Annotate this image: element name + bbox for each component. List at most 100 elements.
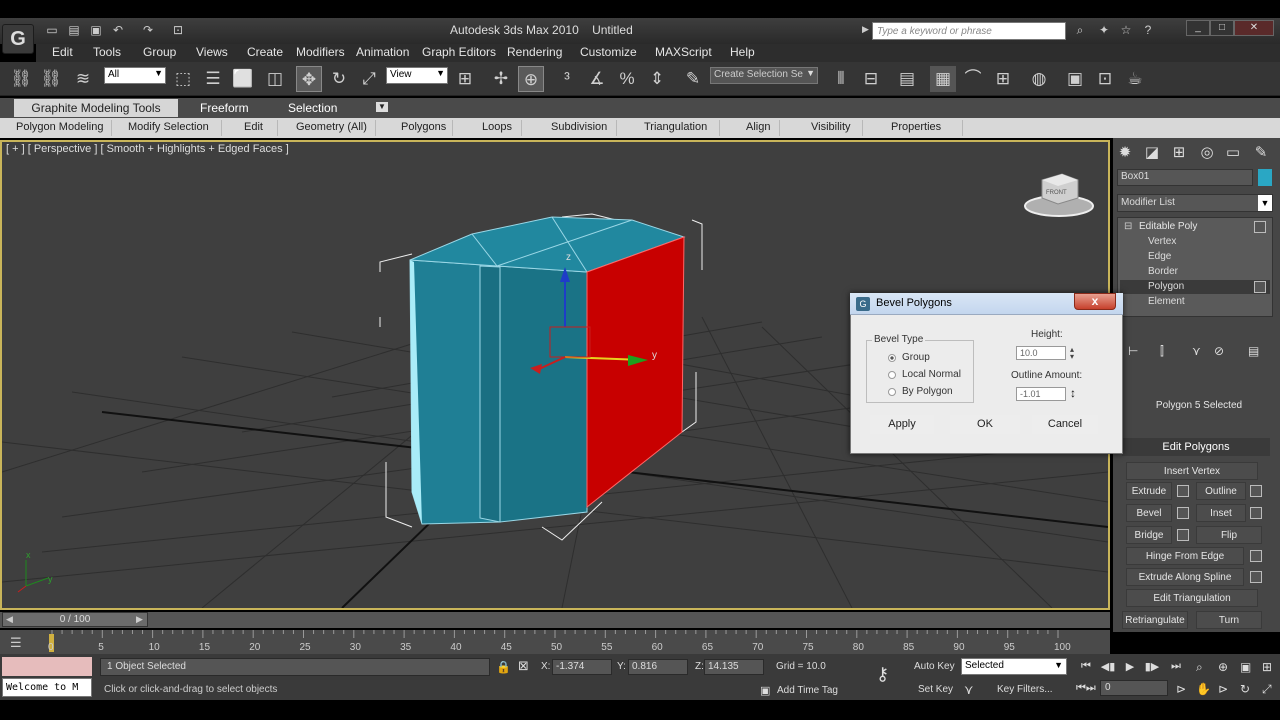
bridge-settings-icon[interactable] — [1177, 529, 1189, 541]
stack-light-bulb-icon[interactable] — [1254, 221, 1266, 233]
panel-geometry-all[interactable]: Geometry (All) — [290, 120, 376, 136]
y-coordinate-field[interactable]: 0.816 — [628, 659, 688, 675]
rollout-edit-polygons[interactable]: Edit Polygons — [1122, 438, 1270, 456]
z-coordinate-field[interactable]: 14.135 — [704, 659, 764, 675]
select-and-scale-icon[interactable]: ⤢ — [356, 66, 382, 92]
named-selection-set-dropdown[interactable]: Create Selection Se ▼ — [710, 67, 818, 84]
rendered-frame-icon[interactable]: ⊡ — [1092, 66, 1118, 92]
select-and-link-icon[interactable]: ⛓ — [8, 66, 34, 92]
key-mode-toggle-icon[interactable]: ⏮⏭ — [1076, 682, 1096, 695]
modifier-list-dropdown[interactable]: Modifier List ▼ — [1117, 194, 1273, 212]
outline-amount-input[interactable]: -1.01 — [1016, 387, 1066, 401]
outline-settings-icon[interactable] — [1250, 485, 1262, 497]
minimize-button[interactable]: _ — [1186, 20, 1210, 36]
time-slider-next-icon[interactable]: ▶ — [136, 614, 143, 625]
display-tab-icon[interactable]: ▭ — [1222, 143, 1244, 163]
panel-align[interactable]: Align — [740, 120, 780, 136]
menu-modifiers[interactable]: Modifiers — [296, 45, 345, 59]
pin-stack-icon[interactable]: ⊢ — [1128, 344, 1138, 358]
bind-spacewarp-icon[interactable]: ≋ — [70, 66, 96, 92]
selection-filter-dropdown[interactable]: All ▼ — [104, 67, 166, 84]
next-frame-icon[interactable]: ▮▶ — [1142, 660, 1162, 674]
zoom-extents-all-icon[interactable]: ⊞ — [1262, 660, 1272, 674]
previous-frame-icon[interactable]: ◀▮ — [1098, 660, 1118, 674]
rectangular-selection-icon[interactable]: ⬜ — [230, 66, 256, 92]
outline-button[interactable]: Outline — [1196, 482, 1246, 500]
extrude-along-spline-button[interactable]: Extrude Along Spline — [1126, 568, 1244, 586]
radio-group[interactable] — [888, 354, 896, 362]
bevel-settings-icon[interactable] — [1177, 507, 1189, 519]
menu-rendering[interactable]: Rendering — [507, 45, 562, 59]
edit-named-selection-icon[interactable]: ✎ — [680, 66, 706, 92]
menu-edit[interactable]: Edit — [52, 45, 73, 59]
time-slider-prev-icon[interactable]: ◀ — [6, 614, 13, 625]
menu-help[interactable]: Help — [730, 45, 755, 59]
project-folder-icon[interactable]: ⊡ — [170, 22, 186, 38]
x-coordinate-field[interactable]: -1.374 — [552, 659, 612, 675]
select-object-icon[interactable]: ⬚ — [170, 66, 196, 92]
walk-through-icon[interactable]: ⊳ — [1218, 682, 1228, 696]
material-editor-icon[interactable]: ◍ — [1026, 66, 1052, 92]
menu-create[interactable]: Create — [247, 45, 283, 59]
key-filter-icon[interactable]: ⋎ — [964, 682, 974, 698]
current-frame-field[interactable]: 0 — [1100, 680, 1168, 696]
viewport-label[interactable]: [ + ] [ Perspective ] [ Smooth + Highlig… — [6, 143, 289, 155]
select-by-name-icon[interactable]: ☰ — [200, 66, 226, 92]
new-file-icon[interactable]: ▭ — [44, 22, 60, 38]
select-manipulate-icon[interactable]: ✢ — [488, 66, 514, 92]
menu-group[interactable]: Group — [143, 45, 176, 59]
bevel-button[interactable]: Bevel — [1126, 504, 1172, 522]
hierarchy-tab-icon[interactable]: ⊞ — [1168, 143, 1190, 163]
open-file-icon[interactable]: ▤ — [66, 22, 82, 38]
show-end-result-icon[interactable]: ⫿ — [1160, 344, 1164, 359]
configure-sets-icon[interactable]: ▤ — [1248, 344, 1259, 358]
graphite-toggle-icon[interactable]: ▦ — [930, 66, 956, 92]
ribbon-options-icon[interactable]: ▼ — [376, 102, 388, 112]
extrude-spline-settings-icon[interactable] — [1250, 571, 1262, 583]
menu-animation[interactable]: Animation — [356, 45, 409, 59]
extrude-button[interactable]: Extrude — [1126, 482, 1172, 500]
communication-icon[interactable]: ☆ — [1118, 22, 1134, 38]
align-icon[interactable]: ⊟ — [858, 66, 884, 92]
panel-visibility[interactable]: Visibility — [805, 120, 863, 136]
undo-icon[interactable]: ↶ — [110, 22, 126, 38]
curve-editor-icon[interactable]: ⌒ — [960, 66, 986, 92]
tab-selection[interactable]: Selection — [280, 99, 345, 117]
menu-views[interactable]: Views — [196, 45, 228, 59]
turn-button[interactable]: Turn — [1196, 611, 1262, 629]
utilities-tab-icon[interactable]: ✎ — [1250, 143, 1272, 163]
polygon-level-icon[interactable] — [1254, 281, 1266, 293]
orbit-icon[interactable]: ↻ — [1240, 682, 1250, 696]
zoom-extents-icon[interactable]: ▣ — [1240, 660, 1251, 674]
save-file-icon[interactable]: ▣ — [88, 22, 104, 38]
panel-triangulation[interactable]: Triangulation — [638, 120, 720, 136]
menu-maxscript[interactable]: MAXScript — [655, 45, 712, 59]
hinge-from-edge-button[interactable]: Hinge From Edge — [1126, 547, 1244, 565]
edit-triangulation-button[interactable]: Edit Triangulation — [1126, 589, 1258, 607]
stack-sub-border[interactable]: Border — [1148, 266, 1178, 277]
key-icon[interactable]: ⚷ — [876, 664, 889, 685]
play-icon[interactable]: ▶ — [1120, 660, 1140, 674]
app-menu-button[interactable]: G — [2, 24, 34, 54]
window-crossing-icon[interactable]: ◫ — [262, 66, 288, 92]
selected-polygon[interactable] — [586, 236, 685, 509]
subscription-icon[interactable]: ✦ — [1096, 22, 1112, 38]
search-input[interactable]: Type a keyword or phrase — [872, 22, 1066, 40]
panel-polygons[interactable]: Polygons — [395, 120, 453, 136]
radio-by-polygon[interactable] — [888, 388, 896, 396]
height-input[interactable]: 10.0 — [1016, 346, 1066, 360]
pivot-center-icon[interactable]: ⊞ — [452, 66, 478, 92]
inset-button[interactable]: Inset — [1196, 504, 1246, 522]
percent-snap-icon[interactable]: % — [614, 66, 640, 92]
ok-button[interactable]: OK — [950, 415, 1020, 434]
flip-button[interactable]: Flip — [1196, 526, 1262, 544]
add-time-tag-button[interactable]: Add Time Tag — [777, 685, 838, 696]
bridge-button[interactable]: Bridge — [1126, 526, 1172, 544]
close-button[interactable]: ✕ — [1234, 20, 1274, 36]
radio-local-normal[interactable] — [888, 371, 896, 379]
maximize-viewport-icon[interactable]: ⤢ — [1262, 682, 1272, 697]
selection-lock-icon[interactable]: 🔒 — [496, 660, 511, 674]
zoom-all-icon[interactable]: ⊕ — [1218, 660, 1228, 674]
render-production-icon[interactable]: ☕ — [1122, 66, 1148, 92]
remove-modifier-icon[interactable]: ⊘ — [1214, 344, 1224, 358]
